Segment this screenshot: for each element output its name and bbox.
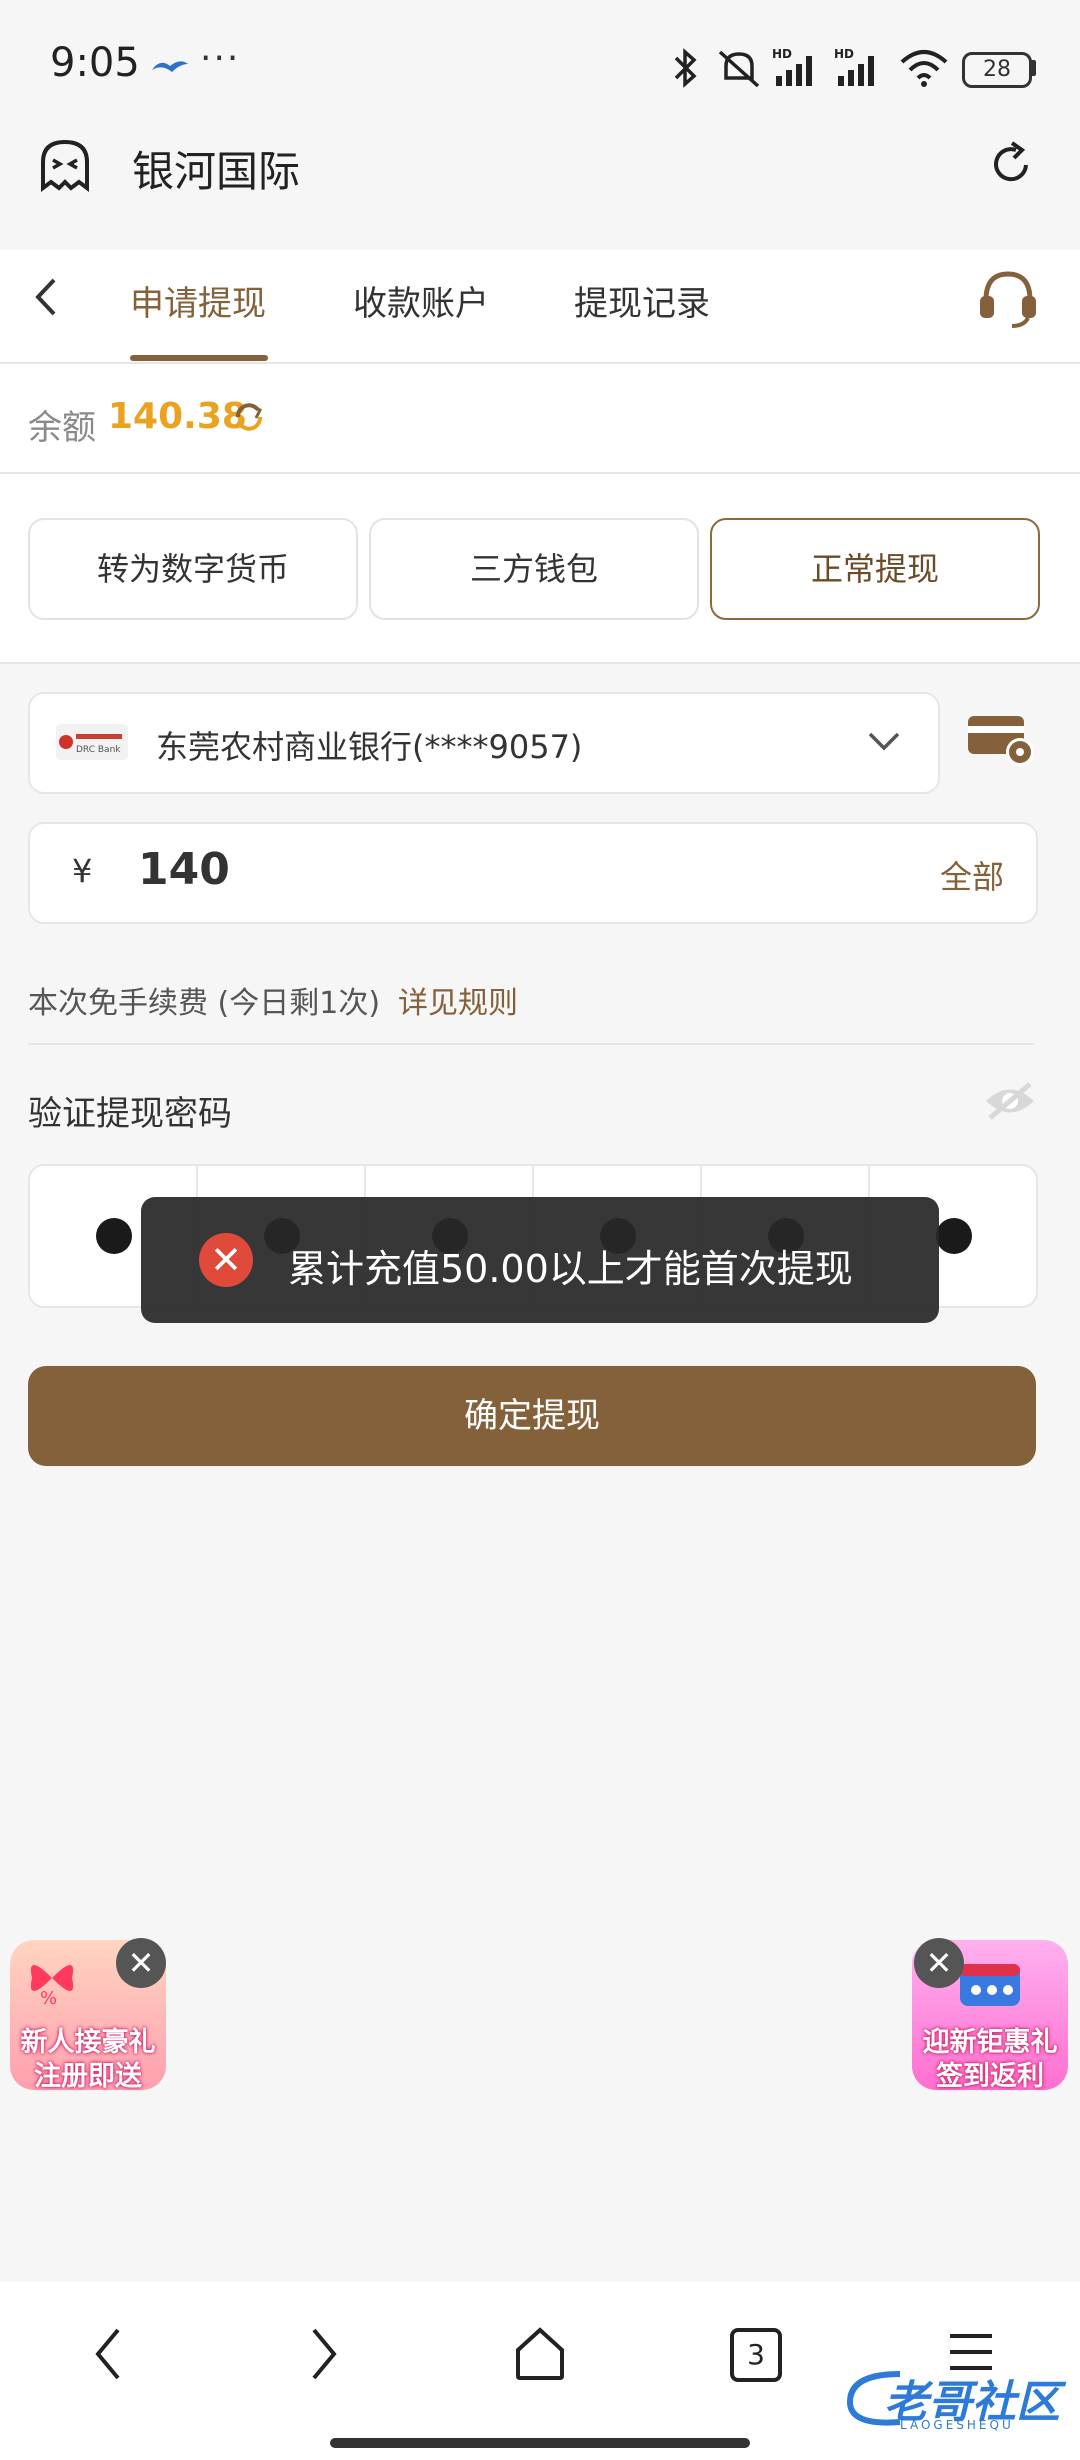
card-settings-icon[interactable] — [966, 712, 1038, 768]
method-third-party-wallet-button[interactable]: 三方钱包 — [369, 518, 699, 620]
status-time: 9:05 — [50, 40, 140, 86]
bluetooth-icon — [674, 48, 697, 88]
gift-bow-icon: % — [30, 1965, 74, 2008]
promo-right-line2: 签到返利 — [936, 2061, 1044, 2092]
tab-active-indicator — [130, 355, 268, 361]
bank-logo-text: DRC Bank — [76, 745, 121, 755]
bird-icon — [152, 61, 188, 72]
wifi-icon — [900, 50, 948, 87]
svg-text:%: % — [40, 1988, 57, 2008]
tab-apply-withdraw[interactable]: 申请提现 — [130, 276, 266, 325]
amount-input[interactable]: 140 — [138, 844, 230, 895]
refresh-icon[interactable] — [986, 140, 1036, 190]
method-digital-currency-button[interactable]: 转为数字货币 — [28, 518, 358, 620]
chevron-down-icon[interactable] — [866, 730, 902, 754]
svg-text:HD: HD — [834, 47, 854, 61]
chevron-left-icon[interactable] — [30, 276, 60, 318]
fee-info: 本次免手续费 (今日剩1次) — [28, 986, 381, 1021]
bank-logo: DRC Bank — [56, 724, 128, 760]
pin-dot — [936, 1218, 972, 1254]
method-normal-withdraw-button[interactable]: 正常提现 — [710, 518, 1040, 620]
battery-indicator: 28 — [962, 52, 1032, 88]
error-x-icon: ✕ — [199, 1233, 253, 1287]
divider — [28, 1043, 1034, 1045]
status-more-dots: ··· — [200, 38, 241, 79]
password-label: 验证提现密码 — [28, 1094, 232, 1134]
calendar-gift-icon — [960, 1964, 1020, 2006]
promo-left-line2: 注册即送 — [34, 2061, 142, 2092]
signal-hd-icon: HD — [772, 47, 812, 86]
mute-icon — [718, 50, 760, 88]
home-indicator — [330, 2438, 750, 2448]
ghost-icon[interactable] — [38, 138, 92, 192]
headset-icon[interactable] — [976, 268, 1040, 328]
home-icon[interactable] — [512, 2326, 568, 2382]
promo-right-close-icon[interactable]: ✕ — [914, 1938, 964, 1988]
watermark-subtext: LAOGESHEQU — [900, 2418, 1014, 2432]
fee-rule-link[interactable]: 详见规则 — [398, 978, 518, 1022]
bank-logo-icon: DRC Bank — [59, 734, 122, 755]
battery-tip — [1030, 60, 1036, 76]
balance-refresh-icon[interactable] — [230, 398, 268, 436]
balance-value: 140.38 — [108, 396, 247, 437]
tabs-count-button[interactable]: 3 — [730, 2328, 782, 2382]
currency-symbol: ¥ — [72, 852, 93, 890]
withdraw-all-button[interactable]: 全部 — [940, 852, 1004, 898]
balance-label: 余额 — [28, 408, 96, 448]
promo-left-close-icon[interactable]: ✕ — [116, 1938, 166, 1988]
forward-arrow-icon[interactable] — [306, 2326, 342, 2382]
back-arrow-icon[interactable] — [90, 2326, 126, 2382]
signal-hd-icon-2: HD — [834, 47, 874, 86]
eye-off-icon[interactable] — [984, 1080, 1036, 1122]
tab-withdraw-records[interactable]: 提现记录 — [574, 276, 710, 325]
browser-page-title: 银河国际 — [132, 147, 301, 196]
pin-dot — [96, 1218, 132, 1254]
promo-right-line1: 迎新钜惠礼 — [922, 2027, 1058, 2058]
tab-receiving-account[interactable]: 收款账户 — [353, 276, 489, 325]
promo-left-line1: 新人接豪礼 — [20, 2027, 156, 2058]
toast-message: 累计充值50.00以上才能首次提现 — [288, 1247, 853, 1291]
bank-account-name: 东莞农村商业银行(****9057) — [156, 728, 583, 766]
svg-text:HD: HD — [772, 47, 792, 61]
confirm-withdraw-button[interactable]: 确定提现 — [28, 1366, 1036, 1466]
